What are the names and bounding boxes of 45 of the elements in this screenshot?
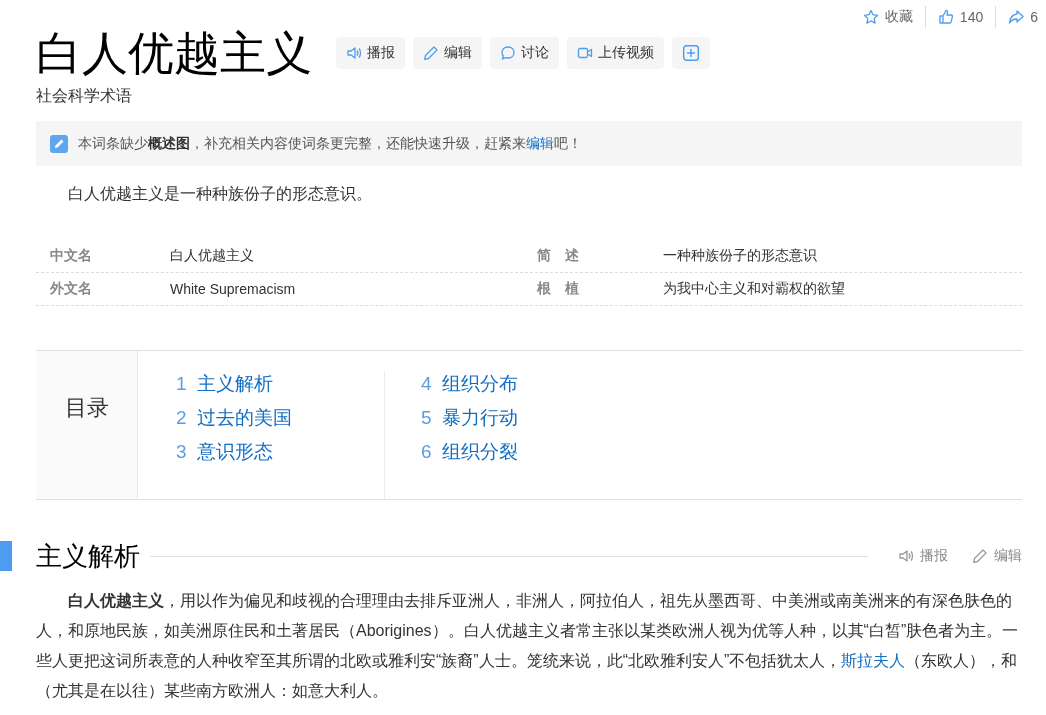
toc-link[interactable]: 3 意识形态: [176, 439, 348, 465]
info-value: 为我中心主义和对霸权的欲望: [662, 280, 846, 298]
toc-link[interactable]: 1 主义解析: [176, 371, 348, 397]
add-button[interactable]: [672, 37, 710, 69]
info-label: 中文名: [49, 247, 93, 265]
action-label[interactable]: 140: [959, 9, 984, 25]
notice-text: 本词条缺少概述图，补充相关内容使词条更完整，还能快速升级，赶紧来编辑吧！: [78, 134, 582, 153]
pencil-icon: [972, 548, 988, 564]
video-button[interactable]: 上传视频: [567, 37, 664, 69]
pencil-icon: [50, 134, 68, 153]
edit-link[interactable]: 编辑: [526, 134, 554, 151]
toc-link[interactable]: 5 暴力行动: [421, 405, 593, 431]
toc-link[interactable]: 6 组织分裂: [421, 439, 593, 465]
video-camera-icon: [577, 45, 593, 61]
share-arrow-icon: [1008, 9, 1025, 25]
speaker-icon: [898, 548, 914, 564]
section-marker: [0, 541, 12, 571]
info-label: 根 植: [536, 280, 580, 298]
toc-title: 目录: [64, 394, 109, 422]
action-label[interactable]: 收藏: [884, 8, 913, 26]
action-label[interactable]: 6: [1030, 9, 1038, 25]
info-value: 一种种族份子的形态意识: [662, 247, 818, 265]
toc-link[interactable]: 2 过去的美国: [176, 405, 348, 431]
toc-link[interactable]: 4 组织分布: [421, 371, 593, 397]
plus-icon: [682, 44, 700, 62]
info-value: 白人优越主义: [169, 247, 255, 265]
info-label: 简 述: [536, 247, 580, 265]
summary-text: 白人优越主义是一种种族份子的形态意识。: [67, 184, 373, 204]
bubble-button[interactable]: 讨论: [490, 37, 559, 69]
speaker-icon: [346, 45, 362, 61]
info-value: White Supremacism: [169, 281, 297, 297]
pencil-button[interactable]: 编辑: [413, 37, 482, 69]
text-link[interactable]: 斯拉夫人: [841, 652, 906, 669]
section-paragraph: 白人优越主义，用以作为偏见和歧视的合理理由去排斥亚洲人，非洲人，阿拉伯人，祖先从墨西哥、中美洲或南美洲来的有深色肤色的人，和原地民族，如美洲原住民和土著居民（Aborigines）。白人优越主义者常主张以某类欧洲人视为优等人种，以其“白皙”肤色者为主。一些人更把这词所表意的人种收窄至其所谓的北欧或雅利安“族裔”人士。笼统来说，此“北欧雅利安人”不包括犹太人，斯拉夫人（东欧人），和（尤其是在以往）某些南方欧洲人：如意大利人。: [36, 591, 1020, 701]
speech-bubble-icon: [500, 45, 516, 61]
speaker-button[interactable]: 播报: [336, 37, 405, 69]
star-icon: [862, 9, 879, 25]
thumbs-up-icon: [937, 9, 954, 25]
speaker-button[interactable]: 播报: [898, 547, 948, 565]
page-subtitle: 社会科学术语: [36, 86, 133, 106]
page-title: 白人优越主义: [36, 26, 312, 80]
section-heading: 主义解析: [36, 539, 140, 573]
info-label: 外文名: [49, 280, 93, 298]
pencil-icon: [423, 45, 439, 61]
pencil-button[interactable]: 编辑: [972, 547, 1022, 565]
